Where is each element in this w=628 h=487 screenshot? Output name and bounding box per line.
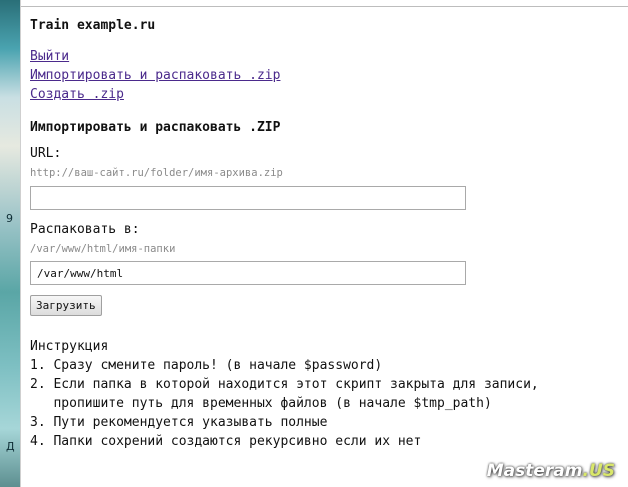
instruction-item: 3. Пути рекомендуется указывать полные <box>30 415 328 430</box>
nav-links: Выйти Импортировать и распаковать .zip С… <box>30 47 280 104</box>
instructions: Инструкция 1. Сразу смените пароль! (в на… <box>30 337 539 451</box>
logout-link[interactable]: Выйти <box>30 47 280 66</box>
watermark-brand: Masteram <box>486 461 583 481</box>
watermark-logo: Masteram.US <box>487 461 615 481</box>
instruction-item: 1. Сразу смените пароль! (в начале $pass… <box>30 358 383 373</box>
top-divider <box>21 6 628 7</box>
instruction-item: 2. Если папка в которой находится этот с… <box>30 377 539 411</box>
desktop-background-strip: 9 Д <box>0 0 20 487</box>
upload-button[interactable]: Загрузить <box>30 295 102 316</box>
url-label: URL: <box>30 146 62 161</box>
instructions-title: Инструкция <box>30 339 109 354</box>
unpack-to-input[interactable] <box>30 261 466 285</box>
site-title: Train example.ru <box>30 18 156 33</box>
unpack-to-hint: /var/www/html/имя-папки <box>30 243 176 255</box>
desktop-fragment-text: Д <box>6 440 15 453</box>
watermark-tld: .US <box>582 461 615 481</box>
create-zip-link[interactable]: Создать .zip <box>30 85 280 104</box>
desktop-fragment-text: 9 <box>6 212 13 225</box>
url-input[interactable] <box>30 186 466 210</box>
section-title: Импортировать и распаковать .ZIP <box>30 120 281 135</box>
browser-page: Train example.ru Выйти Импортировать и р… <box>20 0 628 487</box>
url-hint: http://ваш-сайт.ru/folder/имя-архива.zip <box>30 167 283 179</box>
unpack-to-label: Распаковать в: <box>30 222 140 237</box>
instruction-item: 4. Папки сохрений создаются рекурсивно е… <box>30 434 422 449</box>
import-unpack-link[interactable]: Импортировать и распаковать .zip <box>30 66 280 85</box>
